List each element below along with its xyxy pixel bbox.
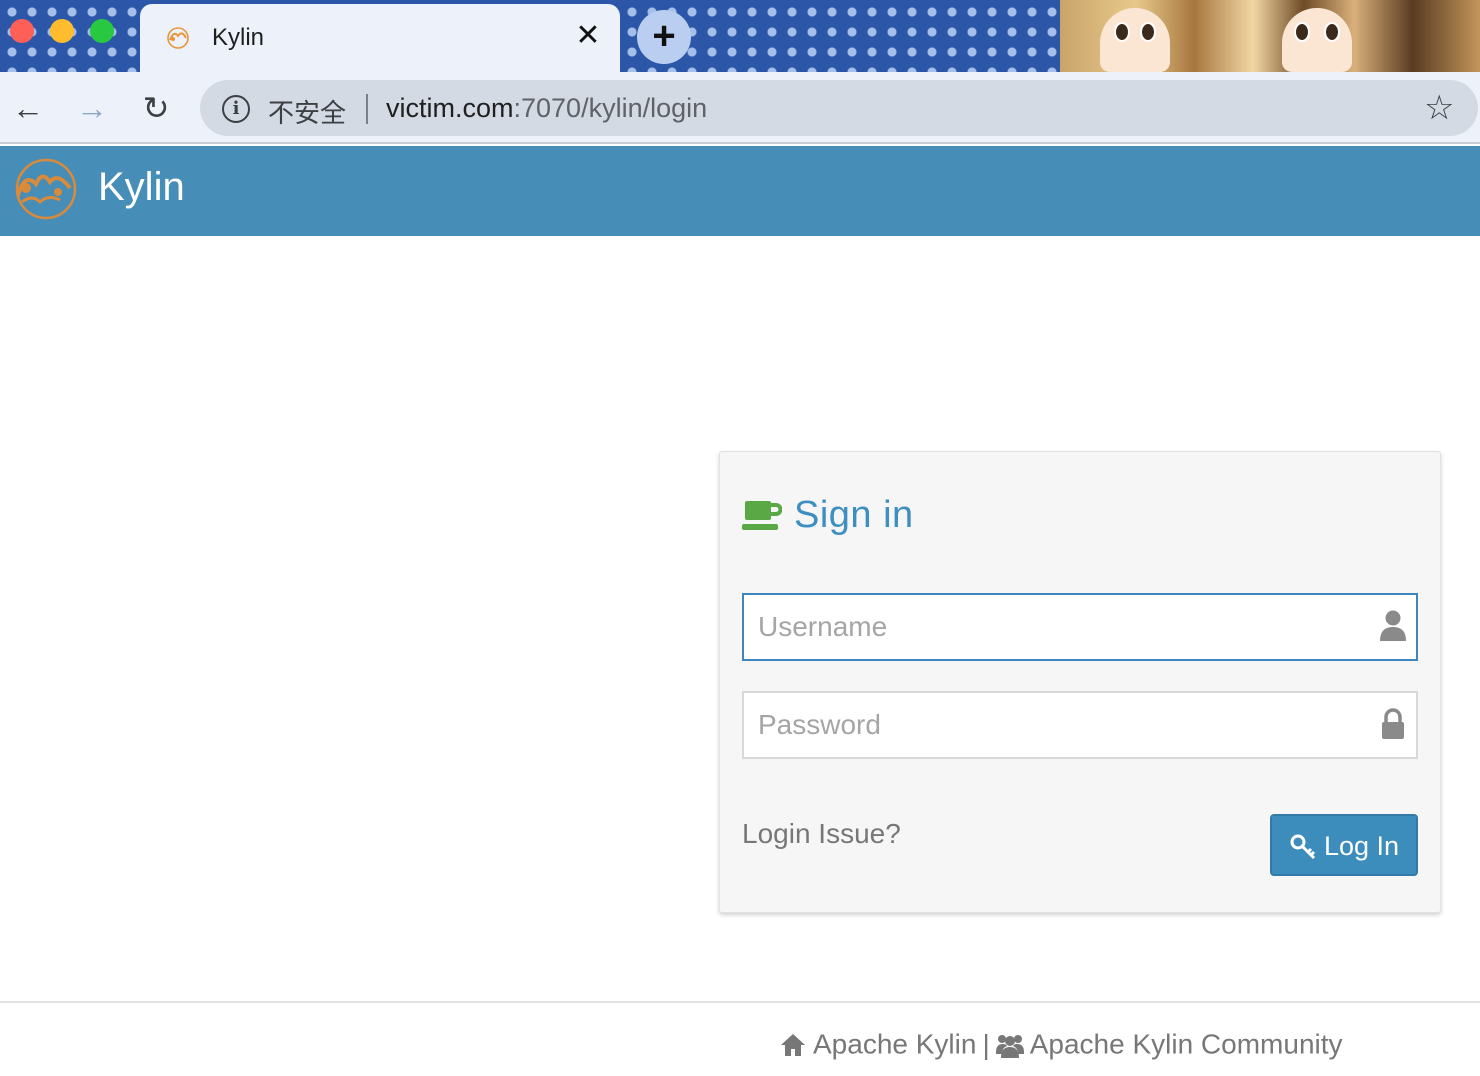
tab-close-icon[interactable]: ✕	[572, 20, 604, 52]
window-zoom-button[interactable]	[90, 19, 114, 43]
security-indicator[interactable]: 不安全	[268, 93, 346, 130]
address-bar[interactable]: i 不安全 victim.com:7070/kylin/login ☆	[200, 80, 1478, 136]
back-arrow-icon[interactable]: ←	[10, 90, 46, 126]
url-host: victim.com	[386, 93, 514, 123]
theme-background-image	[1060, 0, 1480, 72]
app-header: Kylin	[0, 146, 1480, 236]
log-in-label: Log In	[1324, 831, 1400, 861]
window-minimize-button[interactable]	[50, 19, 74, 43]
url-path: :7070/kylin/login	[513, 93, 708, 123]
kylin-logo[interactable]	[10, 158, 78, 220]
new-tab-button[interactable]: +	[637, 10, 691, 64]
url-text[interactable]: victim.com:7070/kylin/login	[386, 93, 707, 124]
footer-divider	[0, 1001, 1480, 1003]
log-in-button[interactable]: Log In	[1270, 814, 1418, 876]
coffee-cup-icon	[742, 501, 782, 530]
footer-link-apache-kylin[interactable]: Apache Kylin	[813, 1029, 976, 1060]
browser-tab-strip: Kylin ✕ +	[0, 0, 1480, 72]
tab-title: Kylin	[212, 24, 265, 51]
bookmark-star-icon[interactable]: ☆	[1424, 88, 1454, 128]
browser-toolbar: ← → ↻ i 不安全 victim.com:7070/kylin/login …	[0, 72, 1480, 144]
kylin-favicon-icon	[167, 27, 189, 49]
info-icon[interactable]: i	[222, 95, 250, 123]
browser-tab-kylin[interactable]: Kylin ✕	[140, 4, 620, 72]
signin-title: Sign in	[794, 494, 914, 536]
footer-link-community[interactable]: Apache Kylin Community	[1030, 1029, 1343, 1060]
password-field[interactable]	[742, 691, 1418, 759]
window-close-button[interactable]	[10, 19, 34, 43]
username-field[interactable]	[742, 593, 1418, 661]
users-icon	[995, 1034, 1024, 1058]
footer: Apache Kylin | Apache Kylin Community	[779, 1027, 1343, 1063]
login-panel: Sign in Login Issue? Log In	[719, 451, 1441, 913]
address-bar-divider	[366, 94, 368, 124]
user-icon	[1380, 610, 1406, 641]
lock-icon	[1382, 708, 1404, 739]
key-icon	[1290, 834, 1316, 860]
password-input[interactable]	[744, 693, 1364, 757]
app-title[interactable]: Kylin	[98, 165, 185, 210]
home-icon	[781, 1033, 805, 1056]
reload-icon[interactable]: ↻	[138, 90, 174, 126]
username-input[interactable]	[744, 595, 1364, 659]
footer-separator: |	[982, 1028, 990, 1060]
login-issue-link[interactable]: Login Issue?	[742, 818, 901, 850]
theme-art-face	[1100, 8, 1170, 72]
forward-arrow-icon[interactable]: →	[74, 90, 110, 126]
theme-art-face	[1282, 8, 1352, 72]
